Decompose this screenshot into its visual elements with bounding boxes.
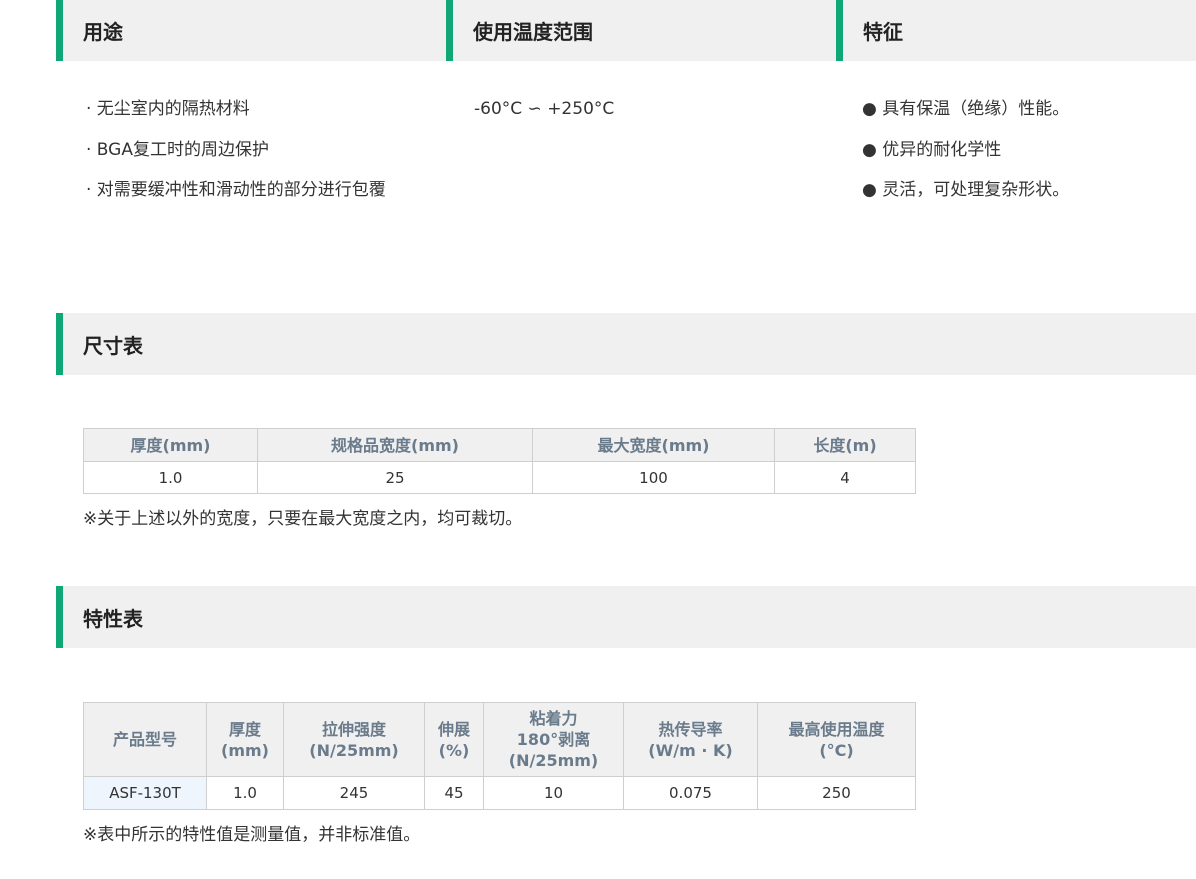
size-section-title: 尺寸表: [83, 333, 143, 358]
property-header-cell: 最高使用温度 (°C): [757, 702, 916, 777]
size-cell: 25: [257, 461, 533, 494]
feature-item: ● 优异的耐化学性: [862, 139, 1002, 160]
property-cell: 0.075: [623, 776, 758, 810]
usage-item: · 对需要缓冲性和滑动性的部分进行包覆: [86, 180, 386, 200]
property-table-header-row: 产品型号 厚度 (mm) 拉伸强度 (N/25mm) 伸展 (%) 粘着力 18…: [83, 702, 916, 777]
usage-heading-text: 用途: [83, 20, 123, 44]
property-cell: 45: [424, 776, 484, 810]
usage-item: · 无尘室内的隔热材料: [86, 99, 250, 119]
property-table: 产品型号 厚度 (mm) 拉伸强度 (N/25mm) 伸展 (%) 粘着力 18…: [83, 702, 916, 810]
usage-heading: 用途: [56, 0, 446, 61]
property-header-cell: 伸展 (%): [424, 702, 484, 777]
product-model-cell: ASF-130T: [83, 776, 207, 810]
property-header-cell: 厚度 (mm): [206, 702, 284, 777]
features-list: ● 具有保温（绝缘）性能。 ● 优异的耐化学性 ● 灵活，可处理复杂形状。: [862, 95, 1069, 217]
size-header-cell: 长度(m): [774, 428, 916, 462]
size-header-cell: 厚度(mm): [83, 428, 258, 462]
property-cell: 250: [757, 776, 916, 810]
feature-item: ● 具有保温（绝缘）性能。: [862, 99, 1070, 119]
property-cell: 245: [283, 776, 425, 810]
table-row: ASF-130T 1.0 245 45 10 0.075 250: [83, 776, 916, 810]
features-heading-text: 特征: [863, 20, 903, 44]
temperature-heading-text: 使用温度范围: [473, 20, 593, 44]
table-row: 1.0 25 100 4: [83, 461, 916, 494]
size-section-heading: 尺寸表: [56, 313, 1196, 375]
property-note: ※表中所示的特性值是测量值，并非标准值。: [83, 825, 421, 845]
size-cell: 100: [532, 461, 775, 494]
size-table: 厚度(mm) 规格品宽度(mm) 最大宽度(mm) 长度(m) 1.0 25 1…: [83, 428, 916, 494]
property-header-cell: 粘着力 180°剥离 (N/25mm): [483, 702, 624, 777]
property-cell: 1.0: [206, 776, 284, 810]
size-cell: 1.0: [83, 461, 258, 494]
temperature-heading: 使用温度范围: [446, 0, 836, 61]
size-table-header-row: 厚度(mm) 规格品宽度(mm) 最大宽度(mm) 长度(m): [83, 428, 916, 462]
property-section-title: 特性表: [83, 606, 143, 631]
features-heading: 特征: [836, 0, 1196, 61]
property-header-cell: 产品型号: [83, 702, 207, 777]
size-cell: 4: [774, 461, 916, 494]
usage-item: · BGA复工时的周边保护: [86, 139, 269, 160]
size-header-cell: 最大宽度(mm): [532, 428, 775, 462]
property-cell: 10: [483, 776, 624, 810]
size-header-cell: 规格品宽度(mm): [257, 428, 533, 462]
property-section-heading: 特性表: [56, 586, 1196, 648]
usage-list: · 无尘室内的隔热材料 · BGA复工时的周边保护 · 对需要缓冲性和滑动性的部…: [86, 95, 386, 217]
property-header-cell: 热传导率 (W/m · K): [623, 702, 758, 777]
feature-item: ● 灵活，可处理复杂形状。: [862, 180, 1070, 200]
property-header-cell: 拉伸强度 (N/25mm): [283, 702, 425, 777]
size-note: ※关于上述以外的宽度，只要在最大宽度之内，均可裁切。: [83, 509, 523, 529]
temperature-value: -60°C ∽ +250°C: [474, 99, 615, 119]
